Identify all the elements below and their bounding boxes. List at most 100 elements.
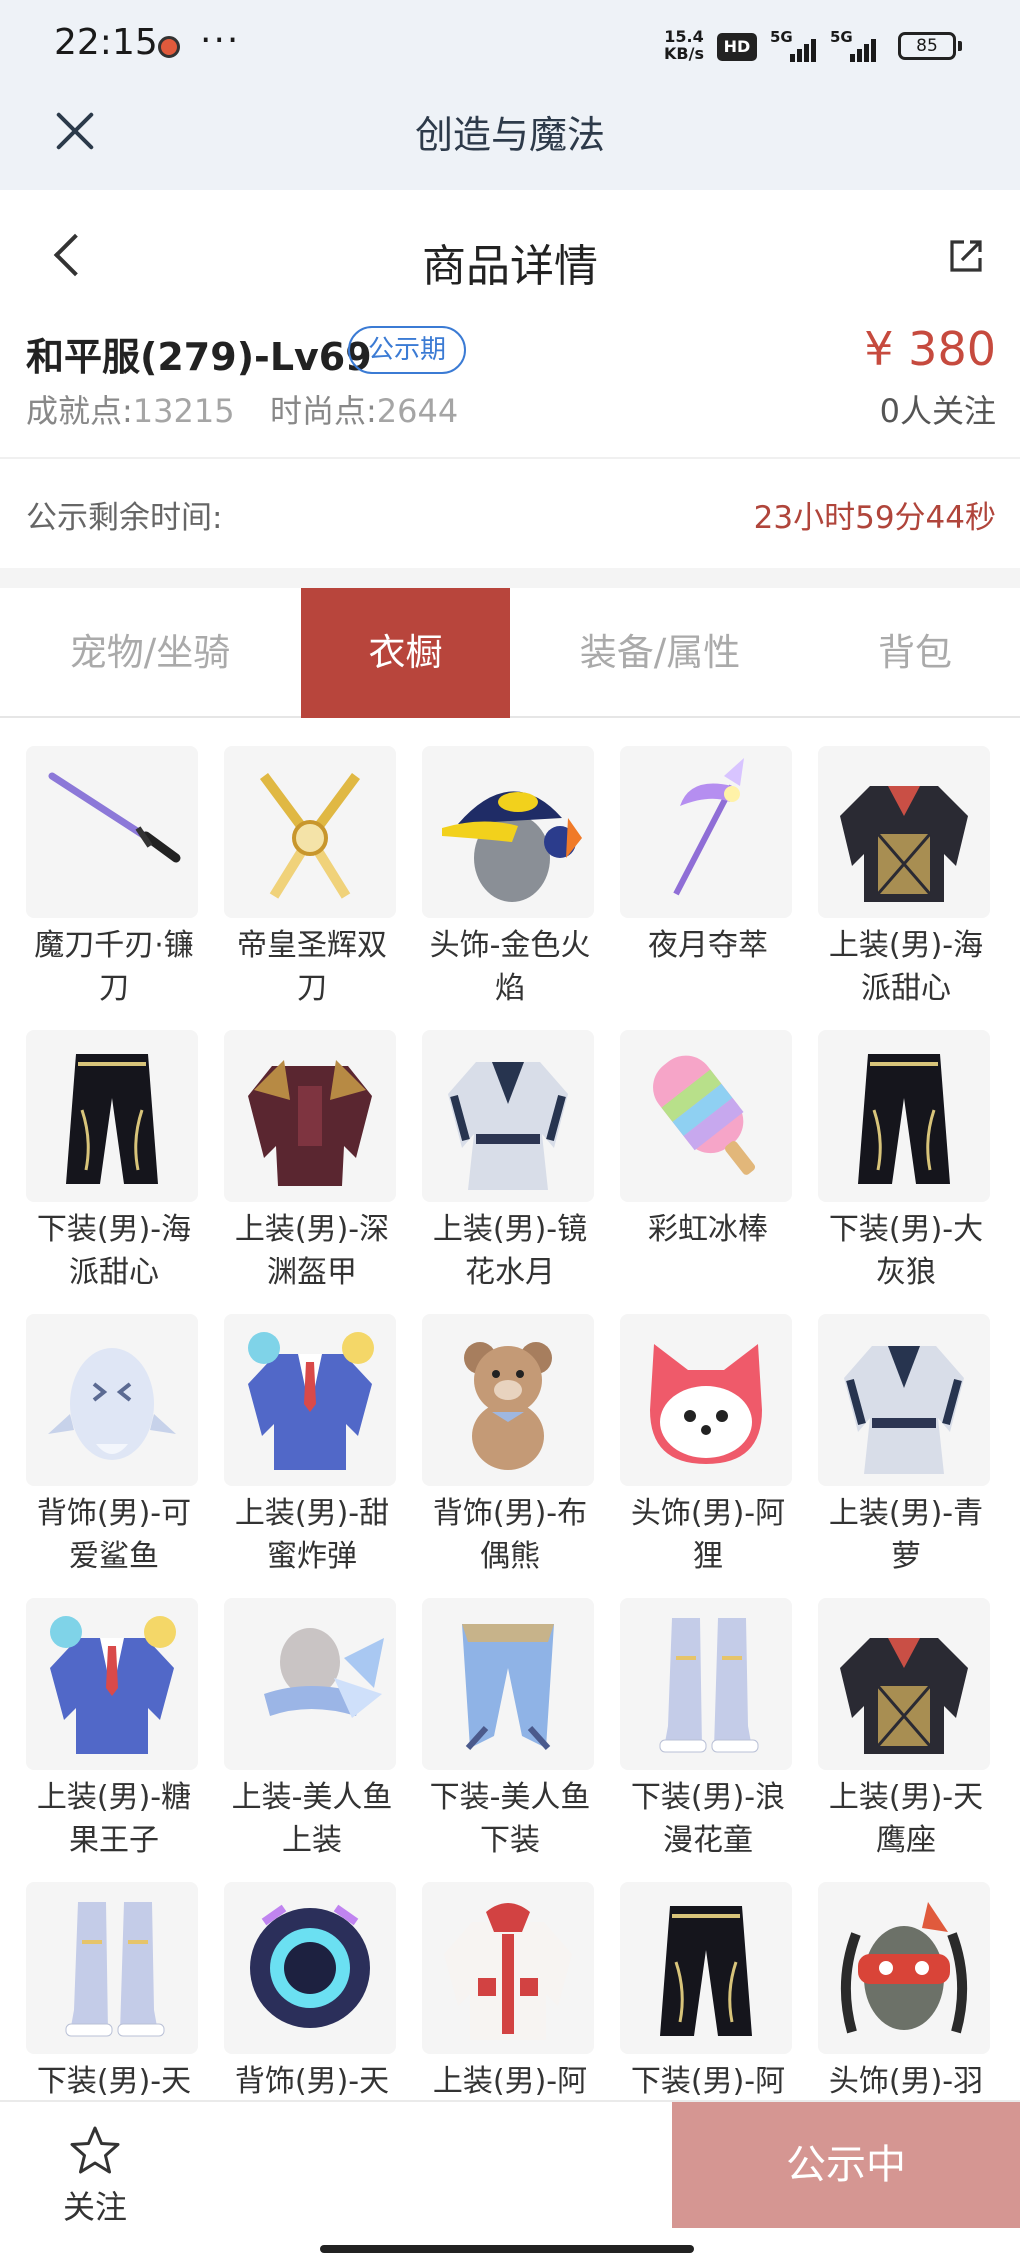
mermaid-tail-icon (462, 1624, 554, 1751)
item-name: 夜月夺萃 (648, 928, 768, 963)
divider (0, 457, 1020, 459)
item-name: 背饰(男)-可爱鲨鱼 (36, 1496, 192, 1574)
pants-icon (858, 1054, 950, 1184)
boots-icon (659, 1618, 759, 1753)
item-thumbnail (26, 746, 198, 918)
item-name: 上装(男)-海派甜心 (828, 928, 984, 1006)
more-notifications-icon: ··· (200, 20, 241, 61)
wardrobe-item[interactable]: 上装(男)-镜花水月 (422, 1030, 598, 1294)
item-thumbnail (224, 1598, 396, 1770)
wardrobe-item[interactable]: 上装(男)-阿 (422, 1882, 598, 2103)
wardrobe-item[interactable]: 头饰(男)-阿狸 (620, 1314, 796, 1578)
item-name: 下装-美人鱼下装 (429, 1780, 591, 1858)
item-thumbnail (620, 1314, 792, 1486)
popsicle-icon (653, 1055, 756, 1175)
publicity-status-button[interactable]: 公示中 (672, 2102, 1020, 2228)
signal-1-icon: 5G (770, 28, 818, 62)
wardrobe-item[interactable]: 下装(男)-浪漫花童 (620, 1598, 796, 1862)
wardrobe-item[interactable]: 下装-美人鱼下装 (422, 1598, 598, 1862)
item-name: 下装(男)-浪漫花童 (630, 1780, 786, 1858)
item-name: 背饰(男)-天 (234, 2064, 390, 2099)
price: ¥ 380 (864, 322, 996, 376)
net-type-label: 5G (770, 28, 793, 46)
status-badge: 公示期 (348, 326, 467, 374)
wardrobe-item[interactable]: 头饰-金色火焰 (422, 746, 598, 1010)
item-thumbnail (422, 1030, 594, 1202)
robe-icon (844, 1346, 964, 1474)
wardrobe-item[interactable]: 上装(男)-深渊盔甲 (224, 1030, 400, 1294)
wardrobe-item[interactable]: 背饰(男)-布偶熊 (422, 1314, 598, 1578)
wardrobe-item[interactable]: 下装(男)-阿 (620, 1882, 796, 2103)
item-thumbnail (620, 746, 792, 918)
fashion-points: 时尚点:2644 (270, 386, 458, 432)
wardrobe-item[interactable]: 上装(男)-甜蜜炸弹 (224, 1314, 400, 1578)
item-name: 头饰-金色火焰 (429, 928, 591, 1006)
suit-icon (50, 1616, 176, 1754)
wardrobe-item[interactable]: 上装(男)-天鹰座 (818, 1598, 994, 1862)
item-thumbnail (818, 1882, 990, 2054)
share-icon (950, 240, 982, 272)
wardrobe-item[interactable]: 上装(男)-糖果王子 (26, 1598, 202, 1862)
pants-icon (66, 1054, 158, 1184)
wardrobe-item[interactable]: 彩虹冰棒 (620, 1030, 796, 1251)
wardrobe-item[interactable]: 夜月夺萃 (620, 746, 796, 967)
achievement-value: 13215 (132, 392, 235, 430)
armor-icon (248, 1060, 372, 1186)
sword-icon (48, 772, 181, 863)
pants-icon (660, 1906, 752, 2036)
item-thumbnail (818, 1314, 990, 1486)
jacket-icon (840, 786, 968, 902)
wardrobe-item[interactable]: 下装(男)-天 (26, 1882, 202, 2103)
status-time: 22:15 (54, 22, 158, 63)
follow-button[interactable]: 关注 (40, 2118, 150, 2228)
share-button[interactable] (948, 238, 984, 274)
fashion-value: 2644 (376, 392, 459, 430)
dual-blades-icon (259, 773, 361, 899)
helmet-icon (250, 1904, 370, 2028)
robe-icon (448, 1062, 568, 1190)
mermaid-top-icon (264, 1628, 384, 1718)
item-thumbnail (818, 1030, 990, 1202)
follower-count: 0人关注 (879, 392, 996, 430)
item-thumbnail (26, 1598, 198, 1770)
wardrobe-item[interactable]: 头饰(男)-羽 (818, 1882, 994, 2103)
item-thumbnail (224, 1030, 396, 1202)
hoodie-icon (444, 1903, 572, 2040)
home-indicator[interactable] (320, 2245, 694, 2253)
wardrobe-item[interactable]: 背饰(男)-天 (224, 1882, 400, 2103)
signal-2-icon: 5G (830, 28, 878, 62)
item-name: 上装(男)-深渊盔甲 (234, 1212, 390, 1290)
net-type-label: 5G (830, 28, 853, 46)
tab-wardrobe[interactable]: 衣橱 (301, 588, 510, 718)
suit-icon (248, 1332, 374, 1470)
app-notification-icon (158, 36, 180, 58)
tab-pets-mounts[interactable]: 宠物/坐骑 (0, 588, 300, 718)
item-name: 下装(男)-天 (36, 2064, 192, 2099)
shark-icon (48, 1348, 176, 1460)
item-name: 上装(男)-镜花水月 (432, 1212, 588, 1290)
item-name: 上装(男)-天鹰座 (828, 1780, 984, 1858)
item-thumbnail (620, 1882, 792, 2054)
fashion-label: 时尚点: (270, 392, 377, 430)
tab-equipment-attributes[interactable]: 装备/属性 (510, 588, 810, 718)
achievement-points: 成就点:13215 (26, 386, 235, 432)
wardrobe-item[interactable]: 帝皇圣辉双刀 (224, 746, 400, 1010)
wardrobe-item[interactable]: 魔刀千刃·镰刀 (26, 746, 202, 1010)
top-area: 22:15 ··· 15.4 KB/s HD 5G 5G 85 创造与魔法 (0, 0, 1020, 190)
hd-icon: HD (717, 33, 757, 61)
mask-icon (840, 1902, 968, 2034)
wardrobe-item[interactable]: 上装(男)-海派甜心 (818, 746, 994, 1010)
follow-label: 关注 (62, 2188, 127, 2226)
wardrobe-item[interactable]: 下装(男)-海派甜心 (26, 1030, 202, 1294)
item-thumbnail (818, 746, 990, 918)
item-name: 上装(男)-青萝 (828, 1496, 984, 1574)
wardrobe-item[interactable]: 上装-美人鱼上装 (224, 1598, 400, 1862)
tab-backpack[interactable]: 背包 (810, 588, 1020, 718)
item-name: 彩虹冰棒 (648, 1212, 768, 1247)
item-name: 上装(男)-阿 (432, 2064, 588, 2099)
item-name: 上装(男)-糖果王子 (36, 1780, 192, 1858)
wardrobe-item[interactable]: 上装(男)-青萝 (818, 1314, 994, 1578)
wardrobe-item[interactable]: 背饰(男)-可爱鲨鱼 (26, 1314, 202, 1578)
page-title: 商品详情 (422, 241, 598, 292)
wardrobe-item[interactable]: 下装(男)-大灰狼 (818, 1030, 994, 1294)
